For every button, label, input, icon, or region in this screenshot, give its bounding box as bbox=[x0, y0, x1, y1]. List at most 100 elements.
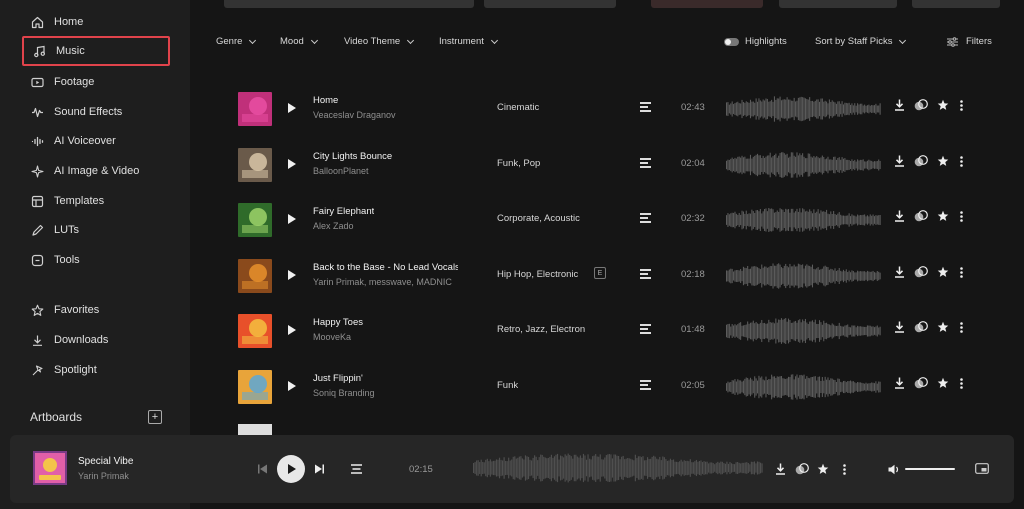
sidebar-item-footage[interactable]: Footage bbox=[22, 67, 170, 97]
track-row[interactable]: Back to the Base - No Lead Vocals Yarin … bbox=[238, 257, 978, 297]
track-artist[interactable]: BalloonPlanet bbox=[313, 166, 369, 176]
player-download-button[interactable] bbox=[774, 462, 786, 476]
sidebar-item-downloads[interactable]: Downloads bbox=[22, 325, 170, 355]
similar-icon[interactable] bbox=[914, 320, 928, 334]
star-icon[interactable] bbox=[937, 265, 949, 279]
track-waveform[interactable] bbox=[726, 374, 881, 400]
mood-dropdown[interactable]: Mood bbox=[280, 36, 318, 47]
star-icon[interactable] bbox=[937, 154, 949, 168]
track-genre[interactable]: Corporate, Acoustic bbox=[497, 213, 580, 224]
sidebar-item-ai-voiceover[interactable]: AI Voiceover bbox=[22, 126, 170, 156]
star-icon[interactable] bbox=[937, 209, 949, 223]
player-track-artist[interactable]: Yarin Primak bbox=[78, 471, 129, 481]
track-details-icon[interactable] bbox=[640, 324, 651, 334]
star-icon[interactable] bbox=[937, 320, 949, 334]
sidebar-item-music[interactable]: Music bbox=[22, 36, 170, 66]
track-details-icon[interactable] bbox=[640, 213, 651, 223]
toggle-switch[interactable] bbox=[724, 37, 739, 46]
track-thumbnail[interactable] bbox=[238, 203, 272, 237]
filters-button[interactable]: Filters bbox=[947, 36, 992, 47]
track-row[interactable]: Just Flippin' Soniq Branding Funk 02:05 bbox=[238, 368, 978, 408]
add-artboard-button[interactable]: + bbox=[148, 410, 162, 424]
play-icon[interactable] bbox=[288, 325, 296, 335]
sidebar-item-tools[interactable]: Tools bbox=[22, 245, 170, 275]
similar-icon[interactable] bbox=[914, 265, 928, 279]
player-waveform[interactable] bbox=[473, 453, 763, 483]
track-genre[interactable]: Funk, Pop bbox=[497, 158, 540, 169]
track-artist[interactable]: Yarin Primak, messwave, MADNIC bbox=[313, 277, 452, 287]
previous-button[interactable] bbox=[257, 463, 267, 475]
star-icon[interactable] bbox=[937, 376, 949, 390]
track-title[interactable]: Just Flippin' bbox=[313, 373, 363, 384]
mini-player-button[interactable] bbox=[975, 462, 989, 475]
star-icon[interactable] bbox=[937, 98, 949, 112]
player-similar-button[interactable] bbox=[795, 462, 809, 476]
download-icon[interactable] bbox=[893, 320, 905, 334]
play-icon[interactable] bbox=[288, 214, 296, 224]
track-artist[interactable]: Alex Zado bbox=[313, 221, 354, 231]
track-genre[interactable]: Funk bbox=[497, 380, 518, 391]
track-details-button[interactable] bbox=[350, 464, 362, 474]
track-details-icon[interactable] bbox=[640, 269, 651, 279]
genre-dropdown[interactable]: Genre bbox=[216, 36, 257, 47]
track-row[interactable]: Home Veaceslav Draganov Cinematic 02:43 bbox=[238, 90, 978, 130]
track-title[interactable]: Happy Toes bbox=[313, 317, 363, 328]
track-genre[interactable]: Retro, Jazz, Electronic bbox=[497, 324, 585, 335]
more-vertical-icon[interactable] bbox=[958, 376, 964, 390]
track-title[interactable]: Back to the Base - No Lead Vocals bbox=[313, 262, 458, 273]
player-more-button[interactable] bbox=[840, 462, 848, 476]
highlights-toggle[interactable]: Highlights bbox=[724, 36, 787, 47]
track-details-icon[interactable] bbox=[640, 158, 651, 168]
track-title[interactable]: Fairy Elephant bbox=[313, 206, 374, 217]
sort-dropdown[interactable]: Sort by Staff Picks bbox=[815, 36, 907, 47]
track-thumbnail[interactable] bbox=[238, 259, 272, 293]
more-vertical-icon[interactable] bbox=[958, 320, 964, 334]
track-artist[interactable]: MooveKa bbox=[313, 332, 351, 342]
play-icon[interactable] bbox=[288, 381, 296, 391]
sidebar-item-spotlight[interactable]: Spotlight bbox=[22, 355, 170, 385]
more-vertical-icon[interactable] bbox=[958, 154, 964, 168]
play-button[interactable] bbox=[277, 455, 305, 483]
next-button[interactable] bbox=[314, 463, 324, 475]
download-icon[interactable] bbox=[893, 265, 905, 279]
volume-slider[interactable] bbox=[905, 468, 955, 470]
sidebar-item-ai-image-video[interactable]: AI Image & Video bbox=[22, 156, 170, 186]
play-icon[interactable] bbox=[288, 159, 296, 169]
track-title[interactable]: Home bbox=[313, 95, 338, 106]
sidebar-item-sound-effects[interactable]: Sound Effects bbox=[22, 97, 170, 127]
download-icon[interactable] bbox=[893, 376, 905, 390]
track-thumbnail[interactable] bbox=[238, 370, 272, 404]
similar-icon[interactable] bbox=[914, 376, 928, 390]
track-waveform[interactable] bbox=[726, 207, 881, 233]
track-thumbnail[interactable] bbox=[238, 92, 272, 126]
play-icon[interactable] bbox=[288, 103, 296, 113]
sidebar-item-home[interactable]: Home bbox=[22, 7, 170, 37]
sidebar-item-favorites[interactable]: Favorites bbox=[22, 295, 170, 325]
similar-icon[interactable] bbox=[914, 98, 928, 112]
track-thumbnail[interactable] bbox=[238, 314, 272, 348]
track-artist[interactable]: Soniq Branding bbox=[313, 388, 375, 398]
track-waveform[interactable] bbox=[726, 318, 881, 344]
download-icon[interactable] bbox=[893, 209, 905, 223]
track-genre[interactable]: Cinematic bbox=[497, 102, 539, 113]
sidebar-item-templates[interactable]: Templates bbox=[22, 186, 170, 216]
more-vertical-icon[interactable] bbox=[958, 98, 964, 112]
more-vertical-icon[interactable] bbox=[958, 265, 964, 279]
track-thumbnail[interactable] bbox=[238, 148, 272, 182]
track-waveform[interactable] bbox=[726, 152, 881, 178]
download-icon[interactable] bbox=[893, 98, 905, 112]
track-waveform[interactable] bbox=[726, 96, 881, 122]
track-row[interactable]: City Lights Bounce BalloonPlanet Funk, P… bbox=[238, 146, 978, 186]
track-genre[interactable]: Hip Hop, Electronic bbox=[497, 269, 578, 280]
track-title[interactable]: City Lights Bounce bbox=[313, 151, 392, 162]
track-row[interactable]: Fairy Elephant Alex Zado Corporate, Acou… bbox=[238, 201, 978, 241]
sidebar-item-luts[interactable]: LUTs bbox=[22, 215, 170, 245]
track-waveform[interactable] bbox=[726, 263, 881, 289]
track-details-icon[interactable] bbox=[640, 102, 651, 112]
player-favorite-button[interactable] bbox=[817, 462, 829, 476]
video-theme-dropdown[interactable]: Video Theme bbox=[344, 36, 415, 47]
similar-icon[interactable] bbox=[914, 209, 928, 223]
track-details-icon[interactable] bbox=[640, 380, 651, 390]
play-icon[interactable] bbox=[288, 270, 296, 280]
track-row[interactable]: Happy Toes MooveKa Retro, Jazz, Electron… bbox=[238, 312, 978, 352]
